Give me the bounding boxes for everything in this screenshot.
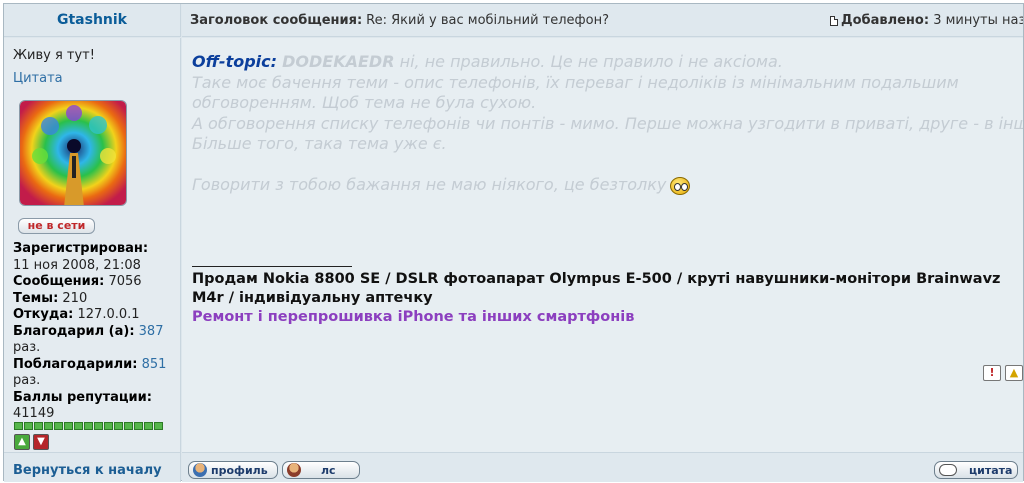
profile-stats: Зарегистрирован: 11 ноя 2008, 21:08 Сооб… [13,241,177,423]
topics-value: 210 [62,290,88,306]
offline-status-button[interactable]: не в сети [18,218,95,234]
thumbs-up-icon[interactable]: ▲ [14,434,30,450]
post-subject-header: Заголовок сообщения: Re: Який у вас мобі… [182,4,1023,37]
post-author-header: Gtashnik [4,4,181,37]
document-icon[interactable] [830,15,838,26]
post-body: Off-topic: DODEKAEDR ні, не правильно. Ц… [182,38,1023,452]
offtopic-line5: Більше того, така тема уже є. [192,134,447,153]
quote-link[interactable]: Цитата [13,71,180,86]
offtopic-label: Off-topic: [192,52,278,71]
added-label: Добавлено: [841,13,930,28]
pm-button-label: лс [321,463,336,477]
avatar [19,100,127,206]
speech-bubble-icon [939,464,957,476]
forum-post: Gtashnik Заголовок сообщения: Re: Який у… [3,3,1024,482]
thanked-unit: раз. [13,340,41,355]
signature-divider [192,266,352,267]
author-panel: Живу я тут! Цитата не в сети Зарегистрир… [4,38,181,452]
footer-actions: профиль лс цитата [182,452,1023,482]
offtopic-line3: обговоренням. Щоб тема не була сухою. [192,93,537,112]
post-actions: ! ▲ [983,365,1023,381]
thanked-count-link[interactable]: 387 [139,324,164,339]
added-value: 3 минуты назад [933,13,1023,28]
user-icon [193,463,207,477]
footer-left: Вернуться к началу [4,452,181,482]
quote-button[interactable]: цитата [934,461,1018,479]
offtopic-line2: Таке моє бачення теми - опис телефонів, … [192,72,959,92]
posts-value: 7056 [108,274,142,289]
was-thanked-unit: раз. [13,373,41,388]
signature: Продам Nokia 8800 SE / DSLR фотоапарат O… [192,270,1023,327]
smiley-icon [670,176,691,195]
offtopic-line1: ні, не правильно. Це не правило і не акс… [394,52,783,71]
offtopic-line6: Говорити з тобою бажання не маю ніякого,… [192,175,667,194]
signature-link[interactable]: Ремонт і перепрошивка iPhone та інших см… [192,308,1023,327]
report-icon[interactable]: ! [983,365,1001,381]
reputation-value: 41149 [13,406,55,421]
back-to-top-link[interactable]: Вернуться к началу [13,463,162,478]
offtopic-block: Off-topic: DODEKAEDR ні, не правильно. Ц… [192,52,1023,196]
reputation-buttons: ▲ ▼ [14,434,49,450]
subject-label: Заголовок сообщения: [190,12,363,28]
posts-label: Сообщения: [13,274,105,289]
author-name[interactable]: Gtashnik [57,12,127,28]
thanks-icon[interactable]: ▲ [1005,365,1023,381]
subject-text: Re: Який у вас мобільний телефон? [366,12,610,28]
offtopic-line4: А обговорення списку телефонів чи понтів… [192,113,1023,133]
was-thanked-count-link[interactable]: 851 [142,357,167,372]
topics-label: Темы: [13,290,59,306]
profile-button-label: профиль [211,463,268,477]
quote-button-label: цитата [969,463,1013,477]
was-thanked-label: Поблагодарили: [13,356,138,372]
offtopic-username: DODEKAEDR [282,52,395,71]
post-date: Добавлено: 3 минуты назад [830,4,1023,36]
users-icon [287,463,301,477]
pm-button[interactable]: лс [282,461,360,479]
from-value: 127.0.0.1 [77,307,140,322]
thumbs-down-icon[interactable]: ▼ [33,434,49,450]
registered-value: 11 ноя 2008, 21:08 [13,257,141,273]
thanked-label: Благодарил (а): [13,323,135,339]
reputation-bar [14,422,163,430]
user-rank: Живу я тут! [13,48,95,63]
from-label: Откуда: [13,307,74,322]
reputation-label: Баллы репутации: [13,389,152,405]
registered-label: Зарегистрирован: [13,241,149,256]
profile-button[interactable]: профиль [188,461,278,479]
signature-line1: Продам Nokia 8800 SE / DSLR фотоапарат O… [192,271,1001,306]
